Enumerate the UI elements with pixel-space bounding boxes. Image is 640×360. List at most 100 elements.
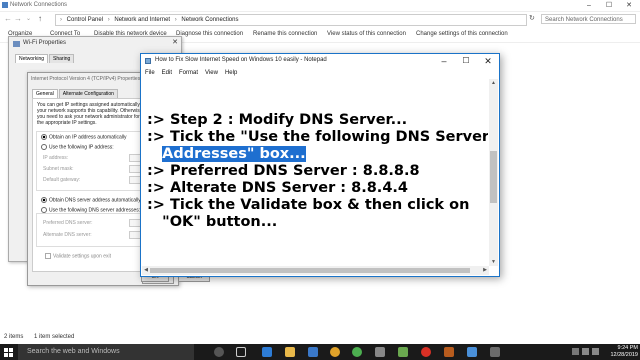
- network-folder-icon: [2, 2, 8, 8]
- menu-format[interactable]: Format: [179, 68, 198, 78]
- notepad-title-bar[interactable]: How to Fix Slow Internet Speed on Window…: [141, 54, 499, 68]
- ip-address-label: IP address:: [43, 155, 69, 161]
- horizontal-scrollbar[interactable]: ◀ ▶: [142, 266, 489, 275]
- breadcrumb-control-panel[interactable]: Control Panel: [67, 17, 103, 23]
- default-gateway-label: Default gateway:: [43, 177, 81, 183]
- validate-label: Validate settings upon exit: [53, 253, 112, 260]
- selected-count: 1 item selected: [34, 334, 75, 340]
- text-line: :> Tick the "Use the following DNS Serve…: [147, 129, 488, 145]
- checkbox-icon: [45, 253, 51, 259]
- notepad-close-button[interactable]: ✕: [477, 54, 499, 68]
- vertical-scrollbar[interactable]: ▲ ▼: [489, 79, 498, 266]
- network-tray-icon[interactable]: [582, 348, 589, 355]
- up-arrow-icon[interactable]: ↑: [38, 14, 42, 24]
- change-settings-button[interactable]: Change settings of this connection: [416, 31, 508, 37]
- radio-auto-ip[interactable]: Obtain an IP address automatically: [41, 134, 126, 140]
- back-arrow-icon[interactable]: ←: [4, 14, 12, 24]
- preferred-dns-label: Preferred DNS server:: [43, 220, 93, 226]
- clock[interactable]: 9:24 PM 12/28/2019: [610, 345, 638, 359]
- tray-arrow-icon[interactable]: [572, 348, 579, 355]
- microphone-icon[interactable]: [214, 347, 224, 357]
- scroll-right-icon[interactable]: ▶: [481, 266, 489, 275]
- notepad-taskbar-icon[interactable]: [490, 347, 500, 357]
- chrome-icon[interactable]: [352, 347, 362, 357]
- vertical-scroll-thumb[interactable]: [490, 151, 497, 203]
- volume-tray-icon[interactable]: [592, 348, 599, 355]
- selected-text: Addresses" box...: [162, 146, 306, 162]
- edge-browser-icon[interactable]: [262, 347, 272, 357]
- rename-button[interactable]: Rename this connection: [253, 31, 317, 37]
- clock-time: 9:24 PM: [617, 345, 638, 351]
- close-button[interactable]: ✕: [619, 0, 639, 11]
- wifi-tabs: Networking Sharing: [15, 54, 75, 63]
- radio-static-ip[interactable]: Use the following IP address:: [41, 144, 114, 150]
- settings-app-icon[interactable]: [375, 347, 385, 357]
- radio-unselected-icon: [41, 144, 47, 150]
- notepad-plus-icon[interactable]: [398, 347, 408, 357]
- menu-edit[interactable]: Edit: [162, 68, 172, 78]
- notepad-window: How to Fix Slow Internet Speed on Window…: [140, 53, 500, 277]
- notepad-minimize-button[interactable]: –: [433, 54, 455, 68]
- text-line: :> Tick the Validate box & then click on: [147, 197, 470, 213]
- refresh-icon[interactable]: ↻: [529, 14, 535, 24]
- subnet-mask-label: Subnet mask:: [43, 166, 74, 172]
- radio-static-ip-label: Use the following IP address:: [49, 144, 114, 151]
- item-count: 2 items: [4, 334, 24, 340]
- status-bar: 2 items 1 item selected: [0, 332, 640, 344]
- view-status-button[interactable]: View status of this connection: [327, 31, 406, 37]
- notepad-maximize-button[interactable]: ☐: [455, 54, 477, 68]
- search-input[interactable]: Search Network Connections: [541, 14, 636, 24]
- radio-auto-dns-label: Obtain DNS server address automatically: [49, 197, 141, 204]
- notepad-icon: [145, 58, 151, 64]
- tab-alternate-configuration[interactable]: Alternate Configuration: [58, 89, 118, 98]
- menu-view[interactable]: View: [205, 68, 218, 78]
- text-line-content: "OK" button...: [162, 214, 278, 230]
- scroll-left-icon[interactable]: ◀: [142, 266, 150, 275]
- horizontal-scroll-thumb[interactable]: [150, 268, 470, 273]
- taskbar-search-text: Search the web and Windows: [27, 348, 120, 355]
- notepad-text-area[interactable]: :> Step 2 : Modify DNS Server... :> Tick…: [142, 79, 488, 266]
- task-view-icon[interactable]: [236, 347, 246, 357]
- store-icon[interactable]: [308, 347, 318, 357]
- forward-arrow-icon[interactable]: →: [14, 14, 22, 24]
- address-bar[interactable]: › Control Panel › Network and Internet ›…: [55, 14, 527, 26]
- taskbar-search[interactable]: Search the web and Windows: [18, 344, 194, 360]
- wifi-dialog-title: Wi-Fi Properties: [23, 40, 67, 46]
- scroll-down-icon[interactable]: ▼: [489, 258, 498, 266]
- breadcrumb-network-connections[interactable]: Network Connections: [181, 17, 238, 23]
- menu-file[interactable]: File: [145, 68, 155, 78]
- photos-icon[interactable]: [467, 347, 477, 357]
- taskbar: Search the web and Windows 9:24 PM 12/28…: [0, 344, 640, 360]
- close-icon[interactable]: ✕: [172, 38, 178, 46]
- menu-help[interactable]: Help: [225, 68, 237, 78]
- radio-auto-ip-label: Obtain an IP address automatically: [49, 134, 127, 141]
- windows-start-icon[interactable]: [0, 344, 16, 360]
- breadcrumb-network-internet[interactable]: Network and Internet: [114, 17, 170, 23]
- tab-general[interactable]: General: [32, 89, 58, 98]
- explorer-title-bar: Network Connections – ☐ ✕: [0, 0, 640, 12]
- ipv4-dialog-title: Internet Protocol Version 4 (TCP/IPv4) P…: [31, 76, 141, 82]
- validate-checkbox[interactable]: Validate settings upon exit: [45, 253, 111, 259]
- tab-networking[interactable]: Networking: [15, 54, 49, 63]
- radio-auto-dns[interactable]: Obtain DNS server address automatically: [41, 197, 141, 203]
- ipv4-description: You can get IP settings assigned automat…: [37, 102, 144, 126]
- firefox-icon[interactable]: [330, 347, 340, 357]
- diagnose-button[interactable]: Diagnose this connection: [176, 31, 243, 37]
- tab-sharing[interactable]: Sharing: [49, 54, 75, 63]
- notepad-menu-bar: File Edit Format View Help: [141, 68, 499, 78]
- notepad-title: How to Fix Slow Internet Speed on Window…: [155, 57, 327, 63]
- minimize-button[interactable]: –: [579, 0, 599, 11]
- scroll-up-icon[interactable]: ▲: [489, 79, 498, 87]
- radio-selected-icon: [41, 134, 47, 140]
- text-line: :> Step 2 : Modify DNS Server...: [147, 112, 408, 128]
- maximize-button[interactable]: ☐: [599, 0, 619, 11]
- alternate-dns-label: Alternate DNS server:: [43, 232, 92, 238]
- chevron-down-icon[interactable]: ⌄: [26, 14, 31, 24]
- file-explorer-icon[interactable]: [285, 347, 295, 357]
- app-icon[interactable]: [444, 347, 454, 357]
- radio-selected-icon: [41, 197, 47, 203]
- explorer-title: Network Connections: [10, 2, 68, 8]
- text-line: Addresses" box...: [147, 146, 306, 163]
- media-player-icon[interactable]: [421, 347, 431, 357]
